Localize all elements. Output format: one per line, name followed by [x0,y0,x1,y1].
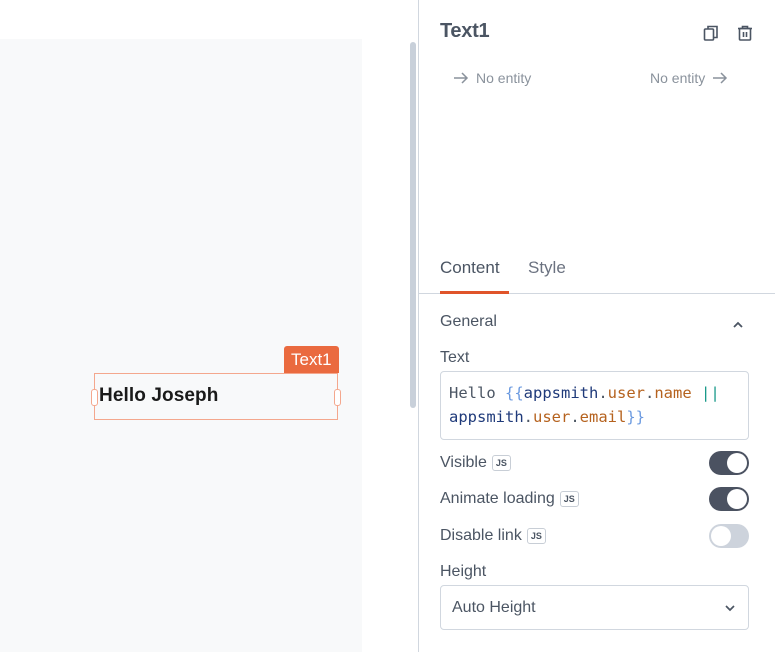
resize-handle-right[interactable] [334,389,341,406]
visible-property-row: Visible JS [440,450,749,476]
property-tabs: Content Style [419,252,775,294]
chevron-down-icon [725,604,735,611]
code-line-2: appsmith.user.email}} [449,405,740,429]
js-toggle-button[interactable]: JS [491,455,511,471]
animate-loading-toggle[interactable] [709,487,749,511]
height-select[interactable]: Auto Height [440,585,749,630]
disable-link-toggle[interactable] [709,524,749,548]
text-field-label: Text [440,349,470,366]
arrow-right-icon [713,72,728,84]
height-field-label: Height [440,563,487,580]
visible-toggle[interactable] [709,451,749,475]
code-token: . [598,384,608,402]
canvas-area: Text1 Hello Joseph [0,0,418,652]
js-toggle-button[interactable]: JS [526,528,546,544]
animate-loading-property-row: Animate loading JS [440,486,749,512]
code-token: appsmith [449,408,524,426]
text-code-editor[interactable]: Hello {{appsmith.user.name || appsmith.u… [440,371,749,440]
section-collapse-button[interactable] [731,316,745,328]
copy-icon [703,25,718,41]
delete-widget-button[interactable] [734,22,756,44]
code-token: . [645,384,655,402]
height-select-value: Auto Height [452,598,536,616]
code-token: }} [626,408,646,426]
toggle-knob [727,453,747,473]
chevron-up-icon [733,321,743,328]
toggle-knob [727,489,747,509]
canvas-scrollbar[interactable] [410,42,416,408]
text-widget[interactable]: Hello Joseph [91,373,341,420]
code-token: name [654,384,692,402]
visible-label: Visible [440,454,487,471]
js-toggle-button[interactable]: JS [559,491,579,507]
tab-content[interactable]: Content [440,258,500,278]
code-token: Hello [449,384,505,402]
code-token: . [570,408,580,426]
tab-style[interactable]: Style [528,258,566,278]
disable-link-property-row: Disable link JS [440,523,749,549]
arrow-right-icon [454,72,469,84]
code-line-1: Hello {{appsmith.user.name || [449,381,740,405]
resize-handle-left[interactable] [91,389,98,406]
property-pane: Text1 No entity No entity Content Style … [418,0,775,652]
text-widget-content: Hello Joseph [99,385,219,406]
code-token: . [523,408,533,426]
outgoing-entity-label: No entity [650,70,706,86]
code-token: || [701,384,720,402]
code-token: user [533,408,571,426]
disable-link-label: Disable link [440,527,522,544]
outgoing-entity[interactable]: No entity [650,70,728,86]
code-token: email [579,408,627,426]
copy-widget-button[interactable] [700,22,722,44]
animate-loading-label: Animate loading [440,490,555,507]
widget-title[interactable]: Text1 [440,20,490,43]
code-token: user [607,384,645,402]
incoming-entity-label: No entity [476,70,532,86]
code-token: appsmith [523,384,599,402]
trash-icon [738,25,752,41]
section-general-title[interactable]: General [440,313,497,331]
incoming-entity[interactable]: No entity [453,70,531,86]
toggle-knob [711,526,731,546]
app-root: Text1 Hello Joseph Text1 No entity No en… [0,0,775,652]
active-tab-indicator [440,291,509,294]
code-token: {{ [505,384,524,402]
widget-name-tag[interactable]: Text1 [284,346,339,373]
